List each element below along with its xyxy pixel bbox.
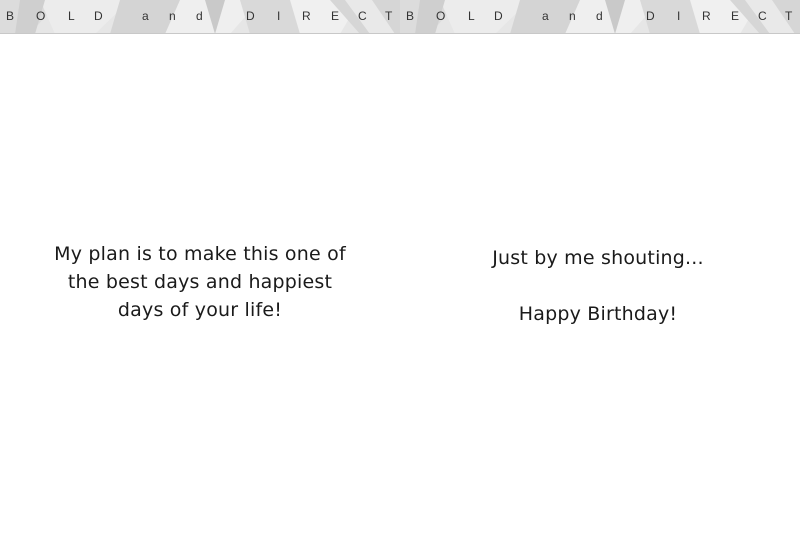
message-line: days of your life! xyxy=(117,299,283,321)
shouting-message: Just by me shouting... xyxy=(492,247,704,269)
left-card-panel: My plan is to make this one of the best … xyxy=(0,0,400,560)
message-line: My plan is to make this one of xyxy=(54,243,346,265)
right-card-panel: Just by me shouting... Happy Birthday! xyxy=(400,0,800,560)
greeting-card-spread: B O L D a n d D I R E C T B O L D a n d … xyxy=(0,0,800,560)
message-line: the best days and happiest xyxy=(67,271,333,293)
left-message: My plan is to make this one of the best … xyxy=(0,240,400,324)
birthday-message: Happy Birthday! xyxy=(518,303,678,325)
